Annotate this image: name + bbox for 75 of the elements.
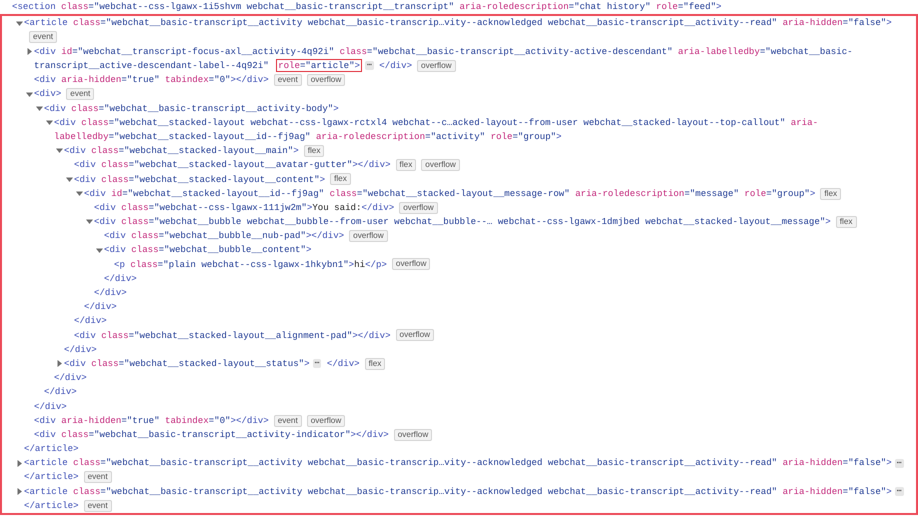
dom-badge[interactable]: overflow [421, 159, 460, 172]
element-markup: </article> [24, 442, 79, 456]
disclosure-triangle-icon[interactable] [26, 48, 32, 56]
element-markup: </div> [44, 385, 77, 399]
element-markup: <div class="webchat__basic-transcript__activity-indicator"></div> [34, 428, 389, 442]
element-markup: <div id="webchat__stacked-layout__id--fj9ag" class="webchat__stacked-layout__message-row" aria-roledescription="message" role="group"> [84, 186, 816, 200]
element-markup: <div class="webchat__stacked-layout__status"> [64, 356, 310, 371]
dom-badge[interactable]: flex [836, 216, 856, 228]
disclosure-triangle-icon[interactable] [66, 176, 72, 183]
element-markup: </div> [84, 300, 117, 314]
dom-badge[interactable]: event [66, 88, 94, 100]
element-markup: </div> [64, 342, 97, 356]
dom-badge[interactable]: overflow [396, 329, 434, 342]
element-markup: <div class="webchat--css-lgawx-111jw2m">You said:</div> [94, 200, 394, 215]
element-markup: <div class="webchat__stacked-layout__alignment-pad"></div> [74, 328, 391, 342]
disclosure-triangle-icon[interactable] [76, 190, 82, 198]
element-markup: </div> [326, 356, 360, 371]
element-markup: </div> [34, 400, 67, 414]
element-markup: <div class="webchat__stacked-layout__main"> [64, 144, 299, 158]
dom-badge[interactable]: overflow [306, 74, 346, 86]
element-markup: <div class="webchat__bubble__content"> [104, 243, 312, 258]
disclosure-triangle-icon[interactable] [16, 488, 22, 495]
element-markup: <div aria-hidden="true" tabindex="0"></div> [34, 73, 269, 87]
element-markup: </article> [24, 498, 79, 512]
dom-badge[interactable]: overflow [392, 258, 430, 270]
dom-badge[interactable]: event [274, 74, 302, 86]
element-markup: </div> [54, 371, 87, 385]
dom-badge[interactable]: overflow [399, 202, 438, 214]
disclosure-triangle-icon[interactable] [56, 147, 62, 154]
disclosure-triangle-icon[interactable] [46, 119, 52, 126]
dom-badge[interactable]: flex [304, 144, 324, 157]
element-markup: <div> [34, 87, 62, 102]
element-markup: transcript__active-descendant-label--4q92i" role="article"> [34, 59, 362, 73]
dom-badge[interactable]: event [84, 471, 112, 484]
element-markup: <div class="webchat__bubble__nub-pad"></div> [104, 229, 344, 243]
disclosure-triangle-icon[interactable] [86, 218, 92, 226]
dom-badge[interactable]: overflow [394, 428, 432, 441]
element-markup: labelledby="webchat__stacked-layout__id--fj9ag" aria-roledescription="activity" role="group"> [54, 130, 562, 144]
expand-ellipsis-button[interactable]: ⋯ [312, 359, 322, 368]
element-markup: <div class="webchat__stacked-layout__avatar-gutter"></div> [74, 158, 391, 172]
disclosure-triangle-icon[interactable] [16, 460, 22, 467]
expand-ellipsis-button[interactable]: ⋯ [894, 458, 904, 468]
dom-badge[interactable]: event [29, 31, 58, 44]
element-markup: <div class="webchat__stacked-layout webchat--css-lgawx-rctxl4 webchat--c…acked-layout--from-user webchat__stacked-layout--top-callout" aria- [54, 116, 818, 130]
element-markup: </div> [104, 272, 137, 286]
dom-badge[interactable]: flex [364, 358, 386, 370]
element-markup: <section class="webchat--css-lgawx-1i5shvm webchat__basic-transcript__transcript" aria-roledescription="chat history" role="feed"> [12, 0, 722, 14]
disclosure-triangle-icon[interactable] [96, 246, 102, 254]
element-markup: <div class="webchat__bubble webchat__bubble--from-user webchat__bubble--… webchat--css-lgawx-1dmjbed webchat__stacked-layout__message"> [94, 215, 831, 229]
element-markup: <div aria-hidden="true" tabindex="0"></div> [34, 414, 269, 428]
element-markup: </div> [74, 314, 107, 328]
disclosure-triangle-icon[interactable] [56, 360, 62, 368]
element-markup: <article class="webchat__basic-transcript__activity webchat__basic-transcrip…vity--acknowledged webchat__basic-transcript__activity--read" aria-hidden="false"> [24, 456, 892, 470]
expand-ellipsis-button[interactable]: ⋯ [365, 61, 374, 70]
element-markup: </div> [94, 286, 127, 300]
expand-ellipsis-button[interactable]: ⋯ [894, 486, 904, 496]
element-markup: </div> [378, 59, 412, 73]
dom-badge[interactable]: overflow [349, 230, 388, 242]
disclosure-triangle-icon[interactable] [36, 104, 42, 112]
dom-badge[interactable]: event [84, 500, 112, 512]
dom-badge[interactable]: event [274, 414, 302, 427]
disclosure-triangle-icon[interactable] [16, 20, 22, 27]
dom-badge[interactable]: overflow [417, 60, 456, 72]
element-markup: <article class="webchat__basic-transcript__activity webchat__basic-transcrip…vity--acknowledged webchat__basic-transcript__activity--read" aria-hidden="false"> [24, 484, 892, 498]
disclosure-triangle-icon[interactable] [26, 90, 32, 98]
element-markup: <article class="webchat__basic-transcript__activity webchat__basic-transcrip…vity--acknowledged webchat__basic-transcript__activity--read" aria-hidden="false"> [24, 16, 892, 30]
element-markup: <p class="plain webchat--css-lgawx-1hkybn1">hi</p> [114, 258, 387, 272]
dom-badge[interactable]: overflow [306, 414, 346, 427]
dom-badge[interactable]: flex [820, 188, 842, 200]
element-markup: <div class="webchat__stacked-layout__content"> [74, 172, 326, 186]
dom-badge[interactable]: flex [396, 159, 416, 172]
dom-badge[interactable]: flex [330, 173, 351, 186]
element-markup: <div id="webchat__transcript-focus-axl__activity-4q92i" class="webchat__basic-transcript__activity-active-descendant" aria-labelledby="webchat__basic- [34, 44, 853, 58]
element-markup: <div class="webchat__basic-transcript__activity-body"> [44, 102, 339, 116]
element-markup: </article> [24, 470, 79, 484]
